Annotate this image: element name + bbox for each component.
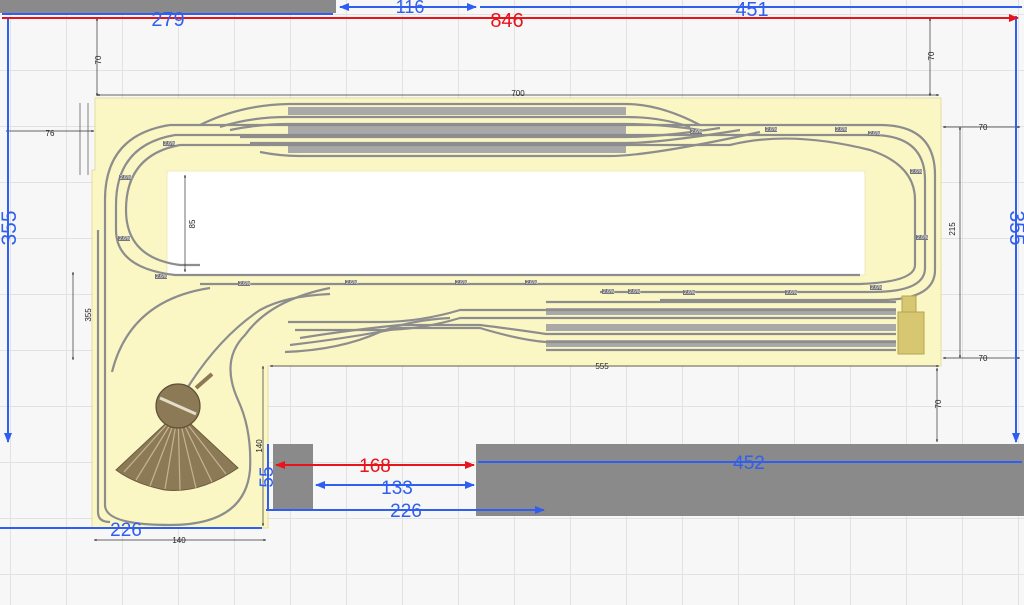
grade-label: 2.6%	[684, 290, 696, 296]
grade-label: 2.6%	[766, 127, 778, 133]
grade-label: 2.6%	[917, 235, 929, 241]
grade-label: 2.6%	[120, 175, 132, 181]
dim-right-margin: 70	[979, 123, 988, 132]
grade-label: 2.6%	[911, 169, 923, 175]
dim-left-height: 355	[0, 210, 21, 245]
dim-left-margin: 76	[46, 129, 55, 138]
grade-label: 2.6%	[156, 274, 168, 280]
dim-top-door: 116	[396, 0, 425, 17]
dim-lower-margin: 70	[934, 399, 943, 408]
dim-board-width: 700	[511, 89, 525, 98]
dim-top-margin-right: 70	[927, 51, 936, 60]
grade-label: 2.6%	[239, 281, 251, 287]
baseboard-opening	[166, 170, 866, 276]
grade-label: 2.6%	[526, 280, 538, 286]
wall-block	[273, 444, 313, 510]
dim-left-leg-height: 355	[84, 308, 93, 322]
platform	[288, 107, 626, 115]
platform	[288, 145, 626, 153]
engine-shed-top	[901, 295, 917, 313]
engine-shed-body	[897, 311, 925, 355]
dim-top-right-wall: 451	[735, 0, 768, 21]
grade-label: 2.6%	[119, 236, 131, 242]
dim-right-end-margin: 70	[979, 354, 988, 363]
platform	[546, 324, 896, 331]
track-plan-canvas[interactable]: 2.6% 2.6% 2.6% 2.6% 2.6% 2.6% 2.6% 2.6% …	[0, 0, 1024, 605]
dim-wall-block: 55	[257, 466, 278, 487]
dim-total-width: 846	[490, 10, 523, 32]
dim-right-end-height: 215	[948, 222, 957, 236]
dim-bottom-mid-wall: 133	[381, 478, 413, 499]
dim-top-left-wall: 279	[151, 9, 184, 31]
grade-label: 2.6%	[456, 280, 468, 286]
grade-label: 2.6%	[164, 141, 176, 147]
grade-label: 2.6%	[691, 129, 703, 135]
grade-label: 2.6%	[869, 131, 881, 137]
grade-label: 2.6%	[629, 289, 641, 295]
dim-lower-width: 555	[595, 362, 609, 371]
grade-label: 2.6%	[346, 280, 358, 286]
dim-top-margin-left: 70	[94, 55, 103, 64]
dim-bottom-right-wall: 452	[733, 453, 765, 474]
dim-door-width: 168	[359, 456, 391, 477]
grade-label: 2.6%	[603, 289, 615, 295]
dim-inner-width: 85	[188, 219, 197, 228]
dim-bottom-leg-width: 140	[172, 536, 186, 545]
grade-label: 2.6%	[871, 285, 883, 291]
dim-bottom-leg-height: 140	[255, 439, 264, 453]
grade-label: 2.6%	[836, 127, 848, 133]
dim-bottom-left-wall: 226	[110, 520, 142, 541]
platform	[288, 126, 626, 134]
dim-right-height: 355	[1005, 210, 1024, 245]
dim-bottom-right-span: 226	[390, 501, 422, 522]
grade-label: 2.6%	[786, 290, 798, 296]
